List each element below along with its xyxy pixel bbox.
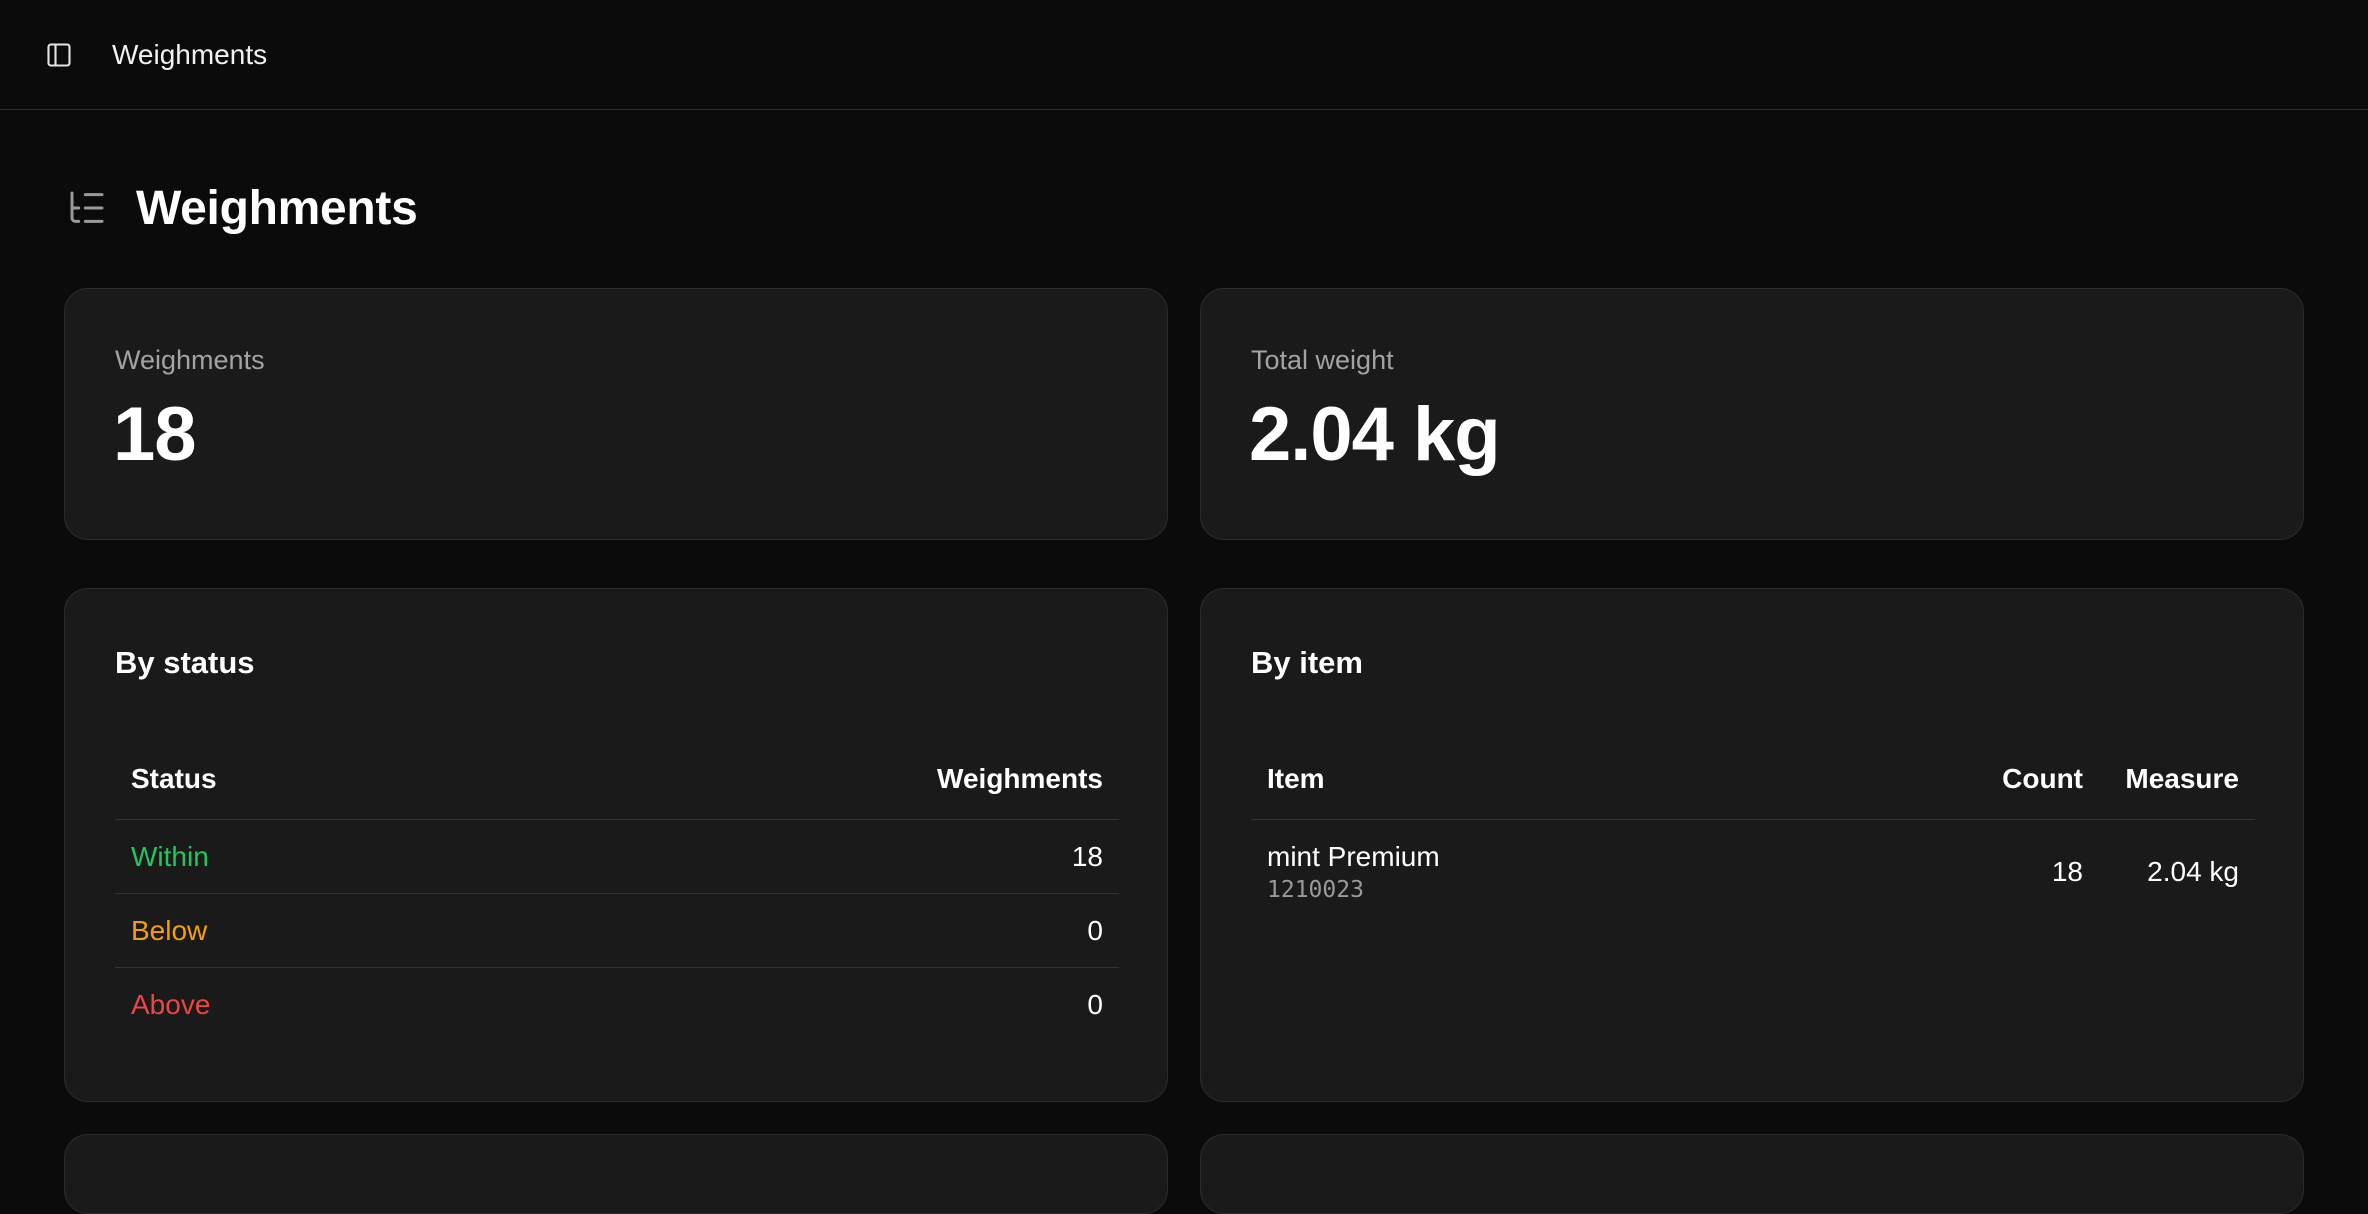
item-code: 1210023 [1267, 877, 1364, 903]
card-title: By item [1251, 645, 1363, 680]
bottom-card-left [64, 1134, 1168, 1214]
status-label-above: Above [131, 988, 211, 1020]
item-measure: 2.04 kg [2147, 856, 2239, 887]
status-label-within: Within [115, 819, 490, 894]
page-title: Weighments [136, 181, 418, 235]
stat-value: 2.04 kg [1249, 392, 1501, 477]
table-row: Above 0 [115, 968, 1119, 1042]
app-title: Weighments [112, 39, 268, 70]
status-count: 0 [489, 893, 1119, 968]
by-item-table: Item Count Measure mint Premium 1210023 … [1251, 739, 2255, 924]
by-status-card: By status Status Weighments Within 18 Be… [64, 588, 1168, 1102]
card-title: By status [115, 645, 255, 680]
column-header-count: Count [1977, 739, 2099, 820]
column-header-status: Status [115, 739, 490, 820]
status-label-below: Below [115, 893, 490, 968]
page-header: Weighments [66, 178, 418, 238]
stat-value: 18 [113, 392, 197, 477]
total-weight-stat-card: Total weight 2.04 kg [1200, 288, 2304, 540]
table-row: Within 18 [115, 819, 1119, 894]
status-count: 0 [1087, 988, 1103, 1020]
stat-label: Total weight [1251, 345, 1394, 375]
column-header-item: Item [1251, 739, 1977, 820]
table-header-row: Status Weighments [115, 739, 1119, 820]
stat-label: Weighments [115, 345, 265, 375]
column-header-weighments: Weighments [489, 739, 1119, 820]
item-name: mint Premium [1267, 841, 1440, 872]
weighments-stat-card: Weighments 18 [64, 288, 1168, 540]
bottom-card-right [1200, 1134, 2304, 1214]
list-tree-icon [66, 188, 110, 228]
top-bar: Weighments [0, 0, 2368, 110]
table-row: mint Premium 1210023 18 2.04 kg [1251, 820, 2255, 925]
item-count: 18 [2051, 856, 2083, 887]
column-header-measure: Measure [2099, 739, 2255, 820]
sidebar-toggle-icon[interactable] [44, 40, 74, 70]
status-count: 18 [489, 819, 1119, 894]
table-header-row: Item Count Measure [1251, 739, 2255, 820]
by-status-table: Status Weighments Within 18 Below 0 Abov… [115, 739, 1119, 1041]
by-item-card: By item Item Count Measure mint Premium … [1200, 588, 2304, 1102]
table-row: Below 0 [115, 893, 1119, 968]
item-cell: mint Premium 1210023 [1251, 820, 1977, 925]
